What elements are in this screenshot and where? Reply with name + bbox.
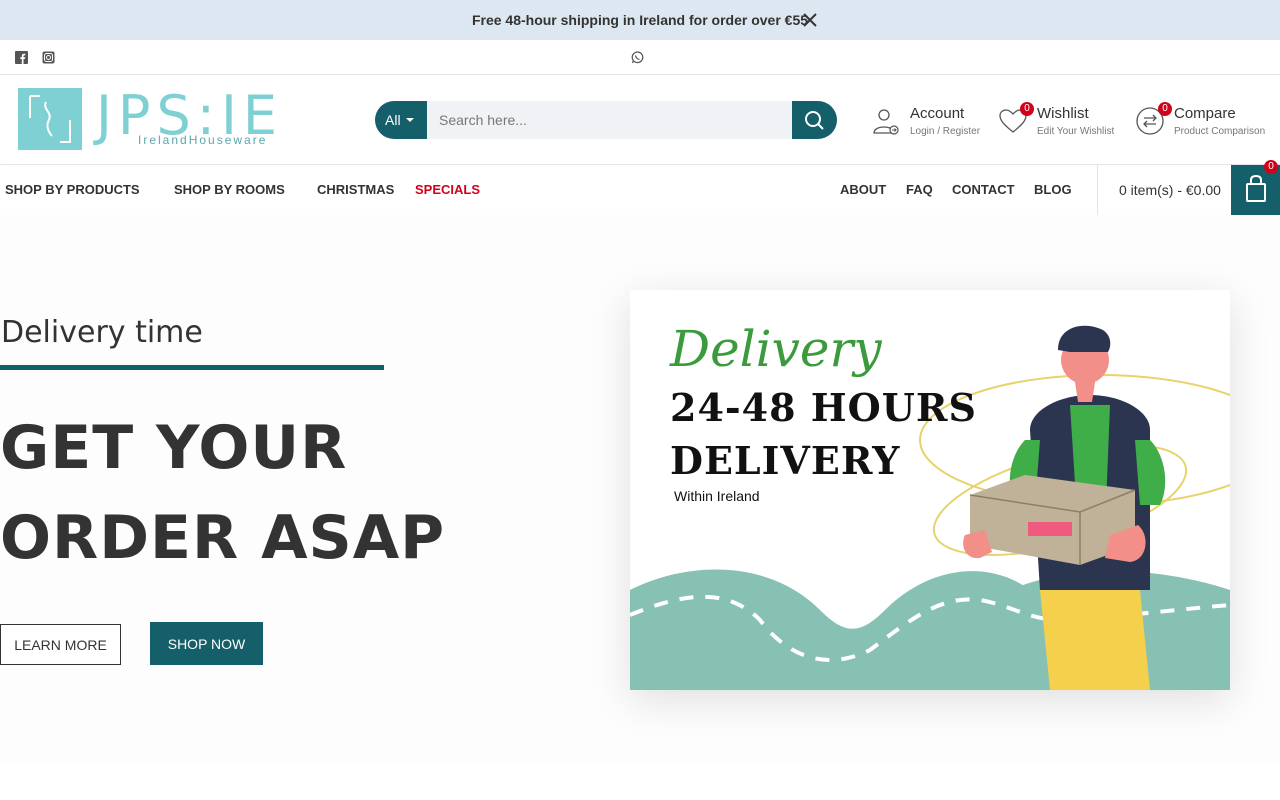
nav-item-shop-by-products[interactable]: SHOP BY PRODUCTS: [5, 182, 140, 197]
hero-eyebrow: Delivery time: [1, 315, 203, 350]
compare-subtitle: Product Comparison: [1174, 126, 1266, 137]
cart-count-badge: 0: [1264, 160, 1278, 174]
hero-title: GET YOUR ORDER ASAP: [0, 403, 560, 583]
cart-button[interactable]: 0: [1231, 160, 1280, 215]
whatsapp-icon[interactable]: [631, 51, 644, 64]
learn-more-button[interactable]: LEARN MORE: [0, 624, 121, 665]
wishlist-subtitle: Edit Your Wishlist: [1037, 126, 1115, 137]
instagram-icon[interactable]: [42, 51, 55, 64]
site-header: JPS:IE IrelandHouseware All Account Logi…: [0, 75, 1280, 165]
wishlist-title: Wishlist: [1037, 105, 1089, 122]
wishlist-link[interactable]: 0 Wishlist Edit Your Wishlist: [999, 102, 1124, 139]
facebook-icon[interactable]: [15, 51, 28, 64]
announcement-bar: Free 48-hour shipping in Ireland for ord…: [0, 0, 1280, 40]
compare-link[interactable]: 0 Compare Product Comparison: [1136, 102, 1271, 139]
hero-title-line: GET YOUR: [0, 413, 348, 483]
hero-divider: [0, 365, 384, 370]
logo-mark: [18, 88, 82, 150]
promo-subtitle: Within Ireland: [674, 488, 760, 504]
search-category-select[interactable]: All: [375, 101, 427, 139]
chevron-down-icon: [405, 118, 414, 122]
delivery-promo-banner[interactable]: Delivery 24-48 HOURS DELIVERY Within Ire…: [630, 290, 1230, 690]
search-icon: [805, 111, 824, 130]
social-bar: [0, 40, 1280, 75]
search-button[interactable]: [792, 101, 837, 139]
nav-item-about[interactable]: ABOUT: [840, 182, 886, 197]
hero-title-line: ORDER ASAP: [0, 503, 446, 573]
nav-item-christmas[interactable]: CHRISTMAS: [317, 182, 394, 197]
nav-item-blog[interactable]: BLOG: [1034, 182, 1072, 197]
compare-count-badge: 0: [1158, 102, 1172, 116]
account-link[interactable]: Account Login / Register: [872, 105, 987, 139]
promo-heading-line: DELIVERY: [670, 438, 901, 483]
nav-item-faq[interactable]: FAQ: [906, 182, 933, 197]
account-title: Account: [910, 105, 965, 122]
promo-script-heading: Delivery: [670, 320, 882, 378]
search-input[interactable]: [427, 101, 792, 139]
compare-title: Compare: [1174, 105, 1236, 122]
account-subtitle: Login / Register: [910, 126, 981, 137]
nav-item-contact[interactable]: CONTACT: [952, 182, 1015, 197]
site-logo[interactable]: JPS:IE IrelandHouseware: [18, 84, 300, 151]
nav-item-specials[interactable]: SPECIALS: [415, 182, 480, 197]
user-icon: [873, 109, 899, 135]
main-navigation: SHOP BY PRODUCTS SHOP BY ROOMS CHRISTMAS…: [0, 160, 1280, 215]
logo-subtitle: IrelandHouseware: [138, 133, 268, 147]
search-category-label: All: [385, 112, 401, 128]
promo-heading-line: 24-48 HOURS: [670, 385, 977, 430]
search-bar: All: [375, 101, 837, 139]
shop-now-button[interactable]: SHOP NOW: [150, 622, 263, 665]
nav-divider: [1097, 165, 1098, 215]
nav-item-shop-by-rooms[interactable]: SHOP BY ROOMS: [174, 182, 285, 197]
close-icon[interactable]: [800, 10, 820, 30]
hero-section: Delivery time GET YOUR ORDER ASAP LEARN …: [0, 215, 1280, 765]
cart-summary[interactable]: 0 item(s) - €0.00: [1119, 182, 1221, 198]
announcement-text: Free 48-hour shipping in Ireland for ord…: [471, 12, 809, 28]
wishlist-count-badge: 0: [1020, 102, 1034, 116]
